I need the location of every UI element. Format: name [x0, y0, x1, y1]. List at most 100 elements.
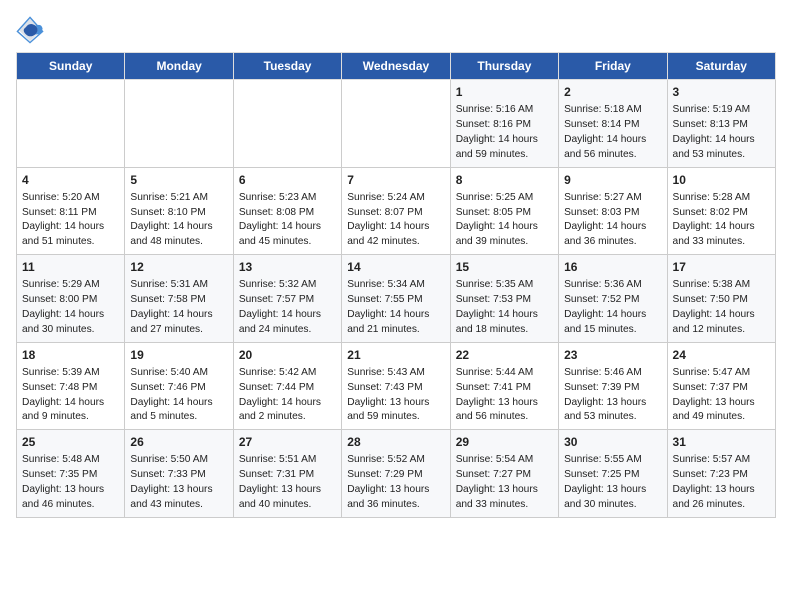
- day-info: Sunrise: 5:51 AM: [239, 453, 336, 468]
- calendar-cell: [125, 80, 233, 168]
- day-info: and 53 minutes.: [564, 410, 661, 425]
- day-info: Sunset: 8:14 PM: [564, 118, 661, 133]
- day-info: Daylight: 13 hours: [239, 483, 336, 498]
- day-info: Sunset: 8:08 PM: [239, 206, 336, 221]
- day-info: Sunset: 8:13 PM: [673, 118, 770, 133]
- day-info: Daylight: 13 hours: [456, 483, 553, 498]
- calendar-cell: 6Sunrise: 5:23 AMSunset: 8:08 PMDaylight…: [233, 167, 341, 255]
- day-info: and 49 minutes.: [673, 410, 770, 425]
- day-info: Daylight: 14 hours: [456, 308, 553, 323]
- day-info: Sunrise: 5:34 AM: [347, 278, 444, 293]
- day-info: Sunset: 7:37 PM: [673, 381, 770, 396]
- calendar-cell: 13Sunrise: 5:32 AMSunset: 7:57 PMDayligh…: [233, 255, 341, 343]
- day-info: Daylight: 13 hours: [22, 483, 119, 498]
- day-number: 12: [130, 259, 227, 276]
- day-info: Sunset: 8:16 PM: [456, 118, 553, 133]
- day-info: Sunset: 8:07 PM: [347, 206, 444, 221]
- day-number: 8: [456, 172, 553, 189]
- day-info: Sunset: 7:31 PM: [239, 468, 336, 483]
- day-info: Sunset: 8:10 PM: [130, 206, 227, 221]
- day-info: Sunset: 8:03 PM: [564, 206, 661, 221]
- calendar-cell: 14 Sunrise: 5:34 AMSunset: 7:55 PMDayligh…: [342, 255, 450, 343]
- calendar-cell: 5Sunrise: 5:21 AMSunset: 8:10 PMDaylight…: [125, 167, 233, 255]
- day-info: Sunrise: 5:52 AM: [347, 453, 444, 468]
- day-info: Sunrise: 5:18 AM: [564, 103, 661, 118]
- day-info: Sunrise: 5:48 AM: [22, 453, 119, 468]
- day-info: and 30 minutes.: [564, 498, 661, 513]
- calendar-cell: 2Sunrise: 5:18 AMSunset: 8:14 PMDaylight…: [559, 80, 667, 168]
- day-info: Sunset: 7:27 PM: [456, 468, 553, 483]
- day-info: Sunset: 7:39 PM: [564, 381, 661, 396]
- day-info: Daylight: 14 hours: [239, 220, 336, 235]
- calendar-cell: 18Sunrise: 5:39 AMSunset: 7:48 PMDayligh…: [17, 342, 125, 430]
- calendar-cell: 26Sunrise: 5:50 AMSunset: 7:33 PMDayligh…: [125, 430, 233, 518]
- day-info: and 15 minutes.: [564, 323, 661, 338]
- calendar-cell: 8Sunrise: 5:25 AMSunset: 8:05 PMDaylight…: [450, 167, 558, 255]
- day-info: Sunrise: 5:40 AM: [130, 366, 227, 381]
- day-number: 6: [239, 172, 336, 189]
- day-info: and 53 minutes.: [673, 148, 770, 163]
- day-info: Sunset: 7:55 PM: [347, 293, 444, 308]
- day-info: Sunrise: 5:54 AM: [456, 453, 553, 468]
- page-header: [16, 16, 776, 44]
- day-info: and 39 minutes.: [456, 235, 553, 250]
- calendar-cell: 19Sunrise: 5:40 AMSunset: 7:46 PMDayligh…: [125, 342, 233, 430]
- calendar-cell: [342, 80, 450, 168]
- day-info: and 42 minutes.: [347, 235, 444, 250]
- day-number: 3: [673, 84, 770, 101]
- day-info: and 12 minutes.: [673, 323, 770, 338]
- calendar-cell: 25Sunrise: 5:48 AMSunset: 7:35 PMDayligh…: [17, 430, 125, 518]
- calendar-cell: [17, 80, 125, 168]
- day-info: and 56 minutes.: [456, 410, 553, 425]
- day-number: 1: [456, 84, 553, 101]
- day-info: Sunrise: 5:25 AM: [456, 191, 553, 206]
- logo: [16, 16, 48, 44]
- day-number: 14: [347, 259, 444, 276]
- day-info: and 56 minutes.: [564, 148, 661, 163]
- day-info: Daylight: 13 hours: [564, 483, 661, 498]
- day-info: Sunrise: 5:16 AM: [456, 103, 553, 118]
- day-info: Sunrise: 5:44 AM: [456, 366, 553, 381]
- calendar-cell: 30Sunrise: 5:55 AMSunset: 7:25 PMDayligh…: [559, 430, 667, 518]
- day-header-wednesday: Wednesday: [342, 53, 450, 80]
- day-info: Sunset: 8:02 PM: [673, 206, 770, 221]
- day-info: Sunset: 7:33 PM: [130, 468, 227, 483]
- calendar-cell: 28Sunrise: 5:52 AMSunset: 7:29 PMDayligh…: [342, 430, 450, 518]
- day-info: Sunrise: 5:27 AM: [564, 191, 661, 206]
- day-number: 30: [564, 434, 661, 451]
- calendar-cell: 7Sunrise: 5:24 AMSunset: 8:07 PMDaylight…: [342, 167, 450, 255]
- day-info: Sunrise: 5:24 AM: [347, 191, 444, 206]
- day-info: and 33 minutes.: [456, 498, 553, 513]
- calendar-cell: 23Sunrise: 5:46 AMSunset: 7:39 PMDayligh…: [559, 342, 667, 430]
- day-number: 29: [456, 434, 553, 451]
- day-info: Sunset: 7:53 PM: [456, 293, 553, 308]
- day-header-friday: Friday: [559, 53, 667, 80]
- day-info: Daylight: 14 hours: [239, 308, 336, 323]
- calendar-cell: 31Sunrise: 5:57 AMSunset: 7:23 PMDayligh…: [667, 430, 775, 518]
- calendar-cell: 22Sunrise: 5:44 AMSunset: 7:41 PMDayligh…: [450, 342, 558, 430]
- day-info: and 59 minutes.: [456, 148, 553, 163]
- day-info: Sunset: 7:52 PM: [564, 293, 661, 308]
- day-info: and 2 minutes.: [239, 410, 336, 425]
- day-info: Daylight: 14 hours: [130, 308, 227, 323]
- day-info: Daylight: 14 hours: [564, 220, 661, 235]
- day-info: and 30 minutes.: [22, 323, 119, 338]
- header-row: SundayMondayTuesdayWednesdayThursdayFrid…: [17, 53, 776, 80]
- day-info: Sunrise: 5:50 AM: [130, 453, 227, 468]
- day-info: Sunrise: 5:47 AM: [673, 366, 770, 381]
- day-info: and 18 minutes.: [456, 323, 553, 338]
- day-info: Daylight: 14 hours: [564, 308, 661, 323]
- day-info: Daylight: 14 hours: [673, 220, 770, 235]
- day-info: and 59 minutes.: [347, 410, 444, 425]
- day-number: 17: [673, 259, 770, 276]
- day-info: Daylight: 14 hours: [22, 396, 119, 411]
- day-info: Daylight: 14 hours: [347, 308, 444, 323]
- day-info: Sunset: 8:11 PM: [22, 206, 119, 221]
- day-info: and 27 minutes.: [130, 323, 227, 338]
- day-number: 21: [347, 347, 444, 364]
- day-info: Sunrise: 5:28 AM: [673, 191, 770, 206]
- day-info: Sunrise: 5:35 AM: [456, 278, 553, 293]
- day-header-saturday: Saturday: [667, 53, 775, 80]
- day-info: Sunset: 7:48 PM: [22, 381, 119, 396]
- day-info: Sunrise: 5:19 AM: [673, 103, 770, 118]
